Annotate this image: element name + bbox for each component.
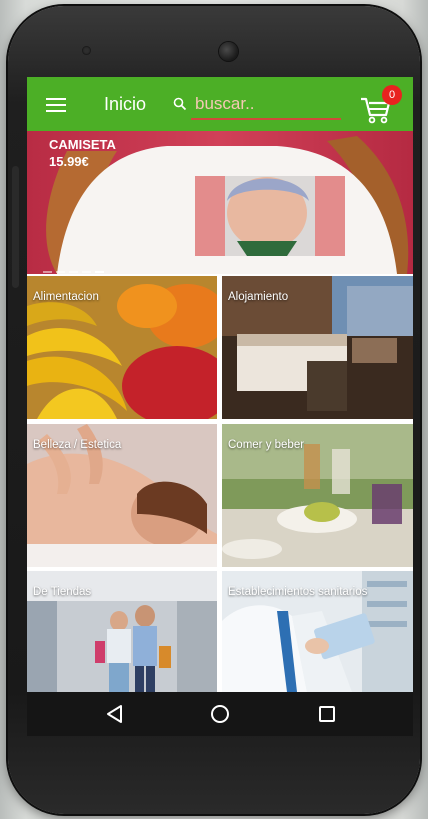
category-tile-comer-y-beber[interactable]: Comer y beber [222, 424, 413, 567]
carousel-dot[interactable] [56, 271, 65, 273]
banner-image [27, 131, 413, 274]
category-tile-alojamiento[interactable]: Alojamiento [222, 276, 413, 419]
front-camera [219, 42, 238, 61]
page-title: Inicio [104, 94, 147, 114]
search-input[interactable] [195, 91, 341, 117]
category-label: Establecimientos sanitarios [228, 586, 368, 598]
category-tile-establecimientos-sanitarios[interactable]: Establecimientos sanitarios [222, 571, 413, 692]
android-nav-bar [27, 692, 413, 736]
app-screen: Inicio 0 [27, 77, 413, 692]
category-label: Comer y beber [228, 439, 305, 451]
carousel-dot-active[interactable] [95, 271, 104, 273]
banner-title: CAMISETA [49, 137, 116, 152]
menu-icon[interactable] [46, 98, 66, 112]
category-label: Alimentacion [33, 291, 99, 303]
banner-price: 15.99€ [49, 154, 89, 169]
category-label: De Tiendas [33, 586, 92, 598]
carousel-dot[interactable] [43, 271, 52, 273]
toolbar: Inicio [27, 77, 413, 131]
search-icon [173, 97, 187, 111]
back-icon[interactable] [103, 702, 127, 726]
proximity-sensor [82, 46, 91, 55]
recents-icon[interactable] [315, 702, 339, 726]
category-tile-alimentacion[interactable]: Alimentacion [27, 276, 217, 419]
home-icon[interactable] [208, 702, 232, 726]
carousel-indicator [43, 260, 108, 274]
category-tile-de-tiendas[interactable]: De Tiendas [27, 571, 217, 692]
category-label: Alojamiento [228, 291, 289, 303]
category-tile-belleza-estetica[interactable]: Belleza / Estetica [27, 424, 217, 567]
side-button [12, 166, 19, 288]
carousel-dot[interactable] [69, 271, 78, 273]
promo-banner[interactable]: CAMISETA 15.99€ [27, 131, 413, 274]
search-underline [191, 118, 341, 120]
search-bar[interactable] [173, 91, 341, 120]
cart-count-badge: 0 [382, 85, 402, 105]
category-label: Belleza / Estetica [33, 439, 122, 451]
carousel-dot[interactable] [82, 271, 91, 273]
